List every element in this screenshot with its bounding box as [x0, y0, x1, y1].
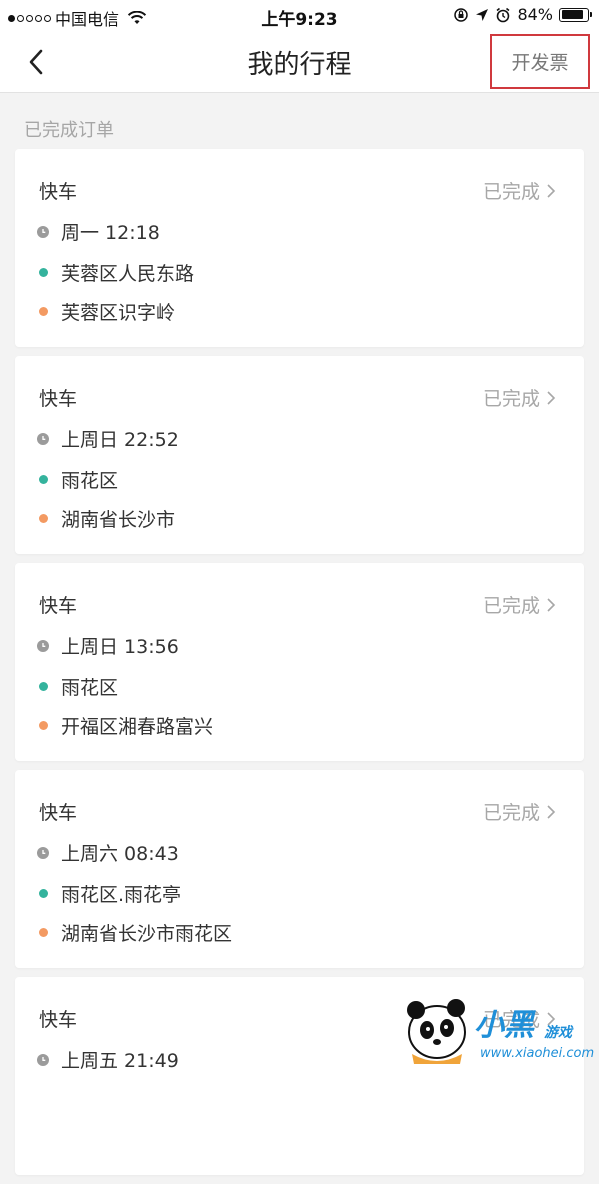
trip-destination: 开福区湘春路富兴	[61, 716, 214, 738]
trip-type: 快车	[39, 595, 78, 617]
navigation-bar: 我的行程 开发票	[0, 30, 599, 93]
trip-destination-row: 湖南省长沙市雨花区	[37, 919, 232, 946]
chevron-right-icon	[547, 183, 556, 198]
trip-type: 快车	[39, 388, 78, 410]
trip-destination-row: 开福区湘春路富兴	[37, 712, 213, 739]
chevron-right-icon	[547, 804, 556, 819]
watermark-title: 小黑	[474, 1008, 534, 1043]
trip-status-label: 已完成	[482, 181, 540, 203]
trip-status: 已完成	[483, 384, 556, 411]
trip-time-row: 上周日 13:56	[37, 632, 179, 659]
origin-dot-icon	[38, 475, 48, 484]
destination-dot-icon	[38, 928, 48, 937]
trip-origin-row: 芙蓉区人民东路	[37, 259, 194, 286]
trip-time-row: 上周六 08:43	[37, 839, 179, 866]
status-right: 84%	[453, 5, 592, 24]
origin-dot-icon	[38, 682, 48, 691]
alarm-icon	[496, 7, 510, 22]
chevron-left-icon	[29, 49, 43, 75]
destination-dot-icon	[38, 514, 48, 523]
trip-time: 上周日 22:52	[61, 429, 179, 451]
watermark-logo: 小黑 游戏 www.xiaohei.com	[402, 992, 599, 1066]
trip-origin-row: 雨花区	[37, 673, 118, 700]
trip-origin: 雨花区	[61, 677, 119, 699]
orientation-lock-icon	[454, 7, 469, 22]
trip-origin: 雨花区.雨花亭	[61, 884, 182, 906]
trip-destination-row: 湖南省长沙市	[37, 505, 175, 532]
clock-icon	[37, 846, 49, 859]
trip-type: 快车	[39, 802, 78, 824]
issue-invoice-button[interactable]: 开发票	[490, 34, 590, 89]
chevron-right-icon	[547, 390, 556, 405]
origin-dot-icon	[38, 889, 48, 898]
clock-icon	[37, 225, 49, 238]
destination-dot-icon	[38, 307, 48, 316]
clock-icon	[37, 639, 49, 652]
trip-time-row: 上周五 21:49	[37, 1046, 179, 1073]
trip-time: 周一 12:18	[61, 222, 160, 244]
trip-status-label: 已完成	[482, 595, 540, 617]
trip-origin: 芙蓉区人民东路	[61, 263, 195, 285]
trip-origin-row: 雨花区.雨花亭	[37, 880, 181, 907]
trip-time: 上周日 13:56	[61, 636, 179, 658]
trip-status: 已完成	[483, 798, 556, 825]
trip-card[interactable]: 快车 已完成 周一 12:18 芙蓉区人民东路 芙蓉区识字岭	[15, 149, 584, 347]
clock-icon	[37, 1053, 49, 1066]
trip-time-row: 上周日 22:52	[37, 425, 179, 452]
back-button[interactable]	[16, 42, 56, 82]
destination-dot-icon	[38, 721, 48, 730]
panda-mascot-icon	[407, 999, 466, 1064]
location-arrow-icon	[476, 8, 489, 21]
trip-time: 上周五 21:49	[61, 1050, 179, 1072]
battery-percent: 84%	[517, 5, 553, 24]
battery-icon	[559, 7, 592, 22]
status-bar: 中国电信 上午9:23 84%	[0, 0, 599, 30]
trip-destination-row: 芙蓉区识字岭	[37, 298, 175, 325]
trip-type: 快车	[39, 181, 78, 203]
trip-status: 已完成	[483, 591, 556, 618]
trip-time: 上周六 08:43	[61, 843, 179, 865]
trip-destination: 湖南省长沙市	[61, 509, 176, 531]
trip-card[interactable]: 快车 已完成 上周六 08:43 雨花区.雨花亭 湖南省长沙市雨花区	[15, 770, 584, 968]
trip-type: 快车	[39, 1009, 78, 1031]
trip-time-row: 周一 12:18	[37, 218, 160, 245]
watermark-url: www.xiaohei.com	[480, 1046, 595, 1061]
trip-origin: 雨花区	[61, 470, 119, 492]
trip-destination: 芙蓉区识字岭	[61, 302, 176, 324]
trip-status-label: 已完成	[482, 802, 540, 824]
trip-origin-row: 雨花区	[37, 466, 118, 493]
trip-card[interactable]: 快车 已完成 上周日 22:52 雨花区 湖南省长沙市	[15, 356, 584, 554]
origin-dot-icon	[38, 268, 48, 277]
chevron-right-icon	[547, 597, 556, 612]
trip-status: 已完成	[483, 177, 556, 204]
section-label-completed: 已完成订单	[24, 120, 114, 141]
trip-destination: 湖南省长沙市雨花区	[61, 923, 233, 945]
trip-status-label: 已完成	[482, 388, 540, 410]
trip-card[interactable]: 快车 已完成 上周日 13:56 雨花区 开福区湘春路富兴	[15, 563, 584, 761]
clock-icon	[37, 432, 49, 445]
watermark-subtitle: 游戏	[544, 1025, 572, 1041]
